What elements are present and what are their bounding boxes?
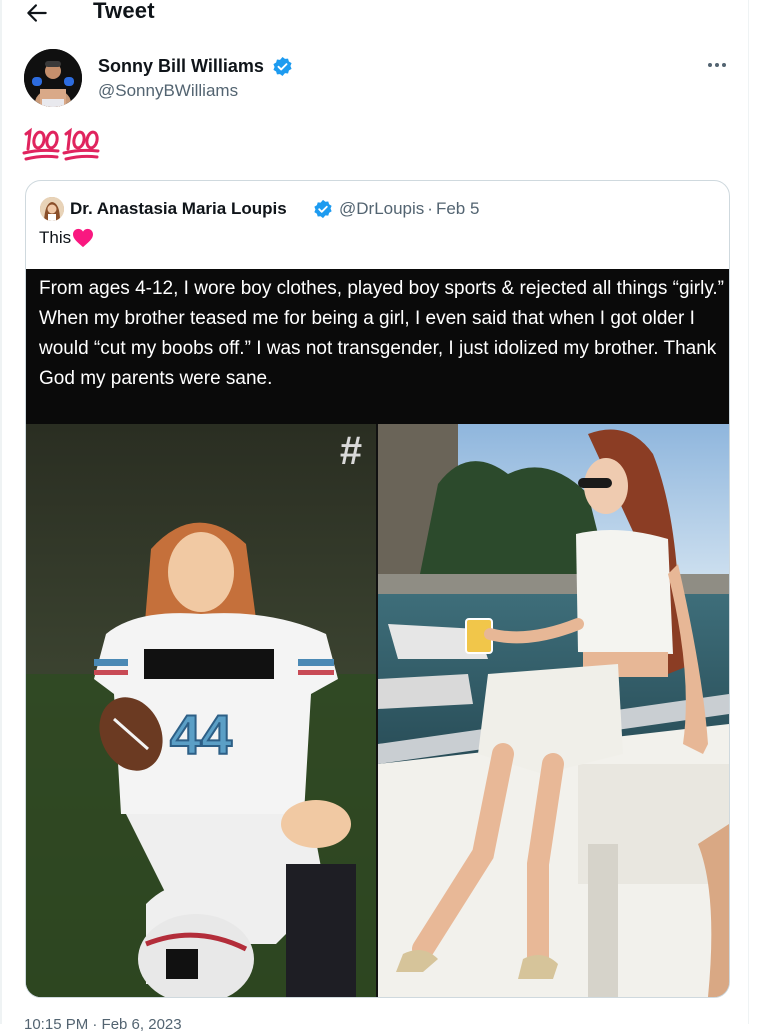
top-bar: Tweet bbox=[0, 0, 748, 28]
quoted-author-handle[interactable]: @DrLoupis bbox=[339, 199, 424, 218]
frame-border-right bbox=[748, 0, 749, 1024]
meta-separator: · bbox=[427, 199, 433, 218]
quoted-date[interactable]: Feb 5 bbox=[436, 199, 479, 218]
more-horizontal-icon[interactable] bbox=[704, 56, 730, 74]
avatar[interactable] bbox=[24, 49, 82, 107]
quoted-author-name[interactable]: Dr. Anastasia Maria Loupis bbox=[70, 199, 287, 219]
arrow-left-icon[interactable] bbox=[24, 0, 50, 26]
photo-woman-boat bbox=[378, 424, 729, 997]
avatar-image bbox=[24, 49, 82, 107]
frame-border-left bbox=[0, 0, 2, 1024]
verified-badge-icon bbox=[314, 199, 332, 219]
author-name[interactable]: Sonny Bill Williams bbox=[98, 56, 264, 77]
quoted-avatar-image bbox=[40, 197, 64, 221]
image-caption-panel: From ages 4-12, I wore boy clothes, play… bbox=[26, 269, 729, 424]
quoted-meta: @DrLoupis · Feb 5 bbox=[339, 199, 479, 219]
jersey-number: 44 bbox=[170, 703, 232, 766]
author-handle[interactable]: @SonnyBWilliams bbox=[98, 81, 238, 101]
page-title: Tweet bbox=[93, 0, 155, 23]
photo-child-football: # 44 bbox=[26, 424, 376, 997]
red-heart-emoji bbox=[73, 228, 94, 248]
photo-watermark: # bbox=[340, 429, 362, 473]
verified-badge-icon bbox=[273, 56, 292, 77]
quoted-media[interactable]: From ages 4-12, I wore boy clothes, play… bbox=[26, 269, 729, 997]
tweet-timestamp[interactable]: 10:15 PM · Feb 6, 2023 bbox=[24, 1016, 182, 1033]
quoted-tweet-text: This bbox=[39, 228, 94, 248]
hundred-points-emoji bbox=[22, 127, 100, 161]
quoted-text-content: This bbox=[39, 228, 72, 247]
image-caption-text: From ages 4-12, I wore boy clothes, play… bbox=[39, 278, 725, 389]
quoted-tweet-card[interactable]: Dr. Anastasia Maria Loupis @DrLoupis · Feb… bbox=[25, 180, 730, 998]
quoted-avatar[interactable] bbox=[40, 197, 64, 221]
tweet-text bbox=[22, 125, 142, 165]
